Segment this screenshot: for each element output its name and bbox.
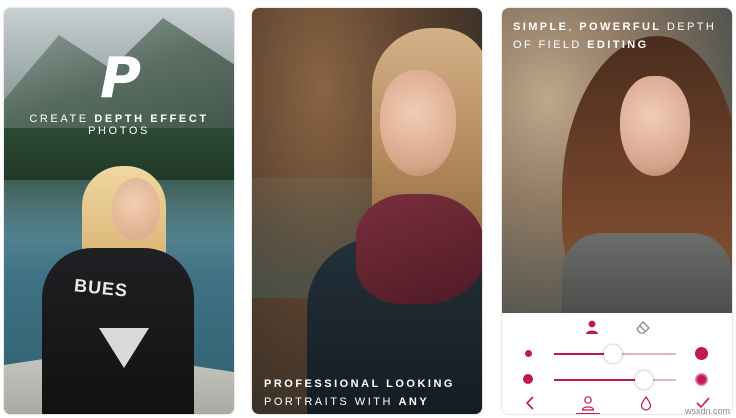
active-tab-indicator — [576, 413, 600, 414]
caption-line-2-before: PORTRAITS WITH — [264, 396, 399, 408]
tagline: CREATE DEPTH EFFECT PHOTOS — [4, 113, 234, 137]
screenshot-card-portrait[interactable]: PROFESSIONAL LOOKING PORTRAITS WITH ANY … — [252, 8, 482, 414]
watermark: wsxdn.com — [684, 406, 730, 416]
blurred-dot-icon — [695, 373, 708, 386]
sharp-dot-icon — [523, 374, 533, 384]
title-line-2-strong: EDITING — [587, 39, 649, 51]
tagline-before: CREATE — [29, 113, 95, 125]
screenshot-card-create-depth[interactable]: BUES P CREATE DEPTH EFFECT PHOTOS — [4, 8, 234, 414]
editor-title: SIMPLE, POWERFUL DEPTH OF FIELD EDITING — [513, 18, 716, 54]
brush-size-track[interactable] — [554, 345, 676, 363]
caption-line-2: PORTRAITS WITH ANY IPHONE — [264, 393, 482, 414]
logo-letter: P — [100, 46, 142, 111]
person-icon[interactable] — [584, 319, 600, 335]
portrait-caption: PROFESSIONAL LOOKING PORTRAITS WITH ANY … — [264, 375, 482, 414]
caption-line-1: PROFESSIONAL LOOKING — [264, 378, 455, 390]
blur-strength-thumb[interactable] — [635, 371, 654, 389]
title-sep: , — [568, 21, 580, 33]
screenshot-card-editor[interactable]: SIMPLE, POWERFUL DEPTH OF FIELD EDITING — [502, 8, 732, 414]
blur-strength-track[interactable] — [554, 371, 676, 389]
small-brush-icon — [525, 350, 532, 357]
tagline-after: PHOTOS — [88, 125, 150, 137]
drop-icon[interactable] — [638, 395, 654, 411]
tool-tabs — [502, 317, 732, 337]
title-line-2: OF FIELD EDITING — [513, 36, 716, 54]
person-outline-icon[interactable] — [580, 395, 596, 411]
back-icon[interactable] — [522, 395, 538, 411]
tagline-strong: DEPTH EFFECT — [94, 113, 209, 125]
blur-slider-row — [502, 370, 732, 389]
brush-size-thumb[interactable] — [603, 345, 622, 363]
title-after: DEPTH — [661, 21, 717, 33]
large-brush-icon — [695, 347, 708, 360]
blur-strength-fill — [554, 379, 645, 381]
portrait-photo — [252, 8, 482, 414]
title-strong-a: SIMPLE — [513, 21, 569, 33]
title-line-1: SIMPLE, POWERFUL DEPTH — [513, 18, 716, 36]
title-strong-b: POWERFUL — [579, 21, 662, 33]
eraser-icon[interactable] — [635, 319, 651, 335]
app-logo: P — [100, 46, 142, 111]
brush-size-slider-row — [502, 344, 732, 363]
editor-controls-panel — [502, 313, 732, 414]
title-line-2-before: OF FIELD — [513, 39, 588, 51]
